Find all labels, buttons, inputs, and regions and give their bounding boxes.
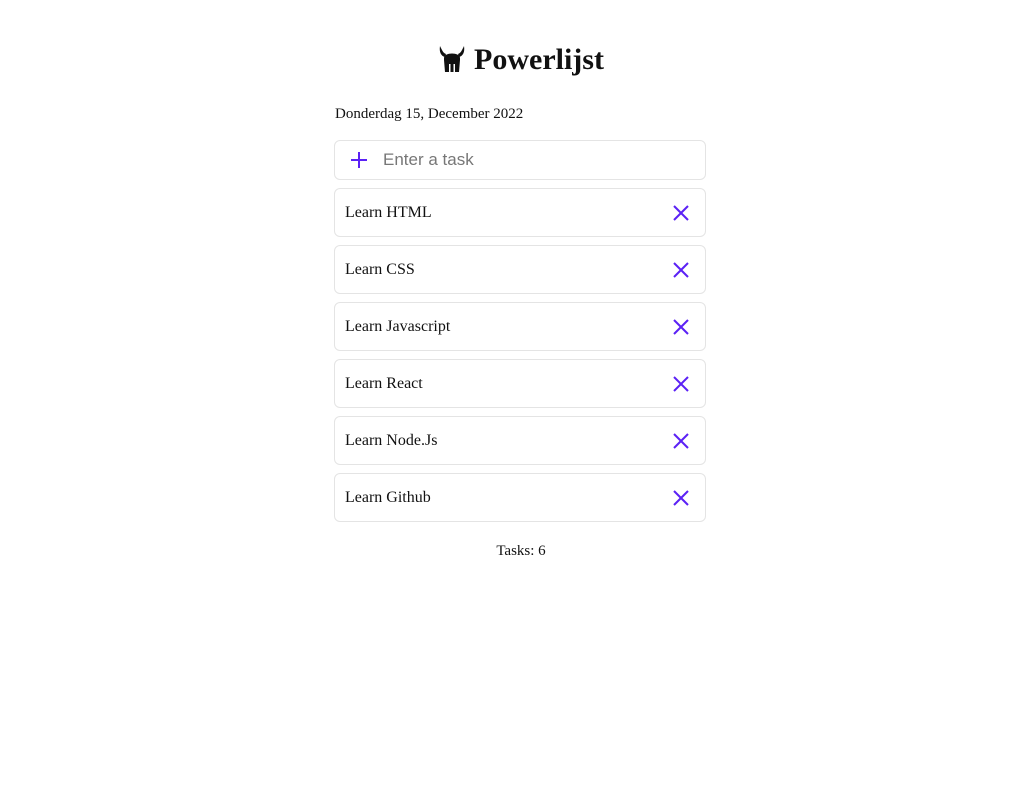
delete-task-button[interactable] bbox=[671, 488, 691, 508]
task-label: Learn React bbox=[345, 374, 423, 392]
task-label: Learn HTML bbox=[345, 203, 432, 221]
task-item: Learn Github bbox=[334, 473, 706, 522]
task-label: Learn CSS bbox=[345, 260, 415, 278]
task-list: Learn HTML Learn CSS Learn Javascript Le… bbox=[334, 188, 708, 530]
close-icon bbox=[673, 432, 689, 449]
new-task-form bbox=[334, 140, 706, 180]
close-icon bbox=[673, 204, 689, 221]
delete-task-button[interactable] bbox=[671, 317, 691, 337]
task-label: Learn Javascript bbox=[345, 317, 451, 335]
task-label: Learn Github bbox=[345, 488, 431, 506]
task-item: Learn HTML bbox=[334, 188, 706, 237]
task-item: Learn Javascript bbox=[334, 302, 706, 351]
task-item: Learn CSS bbox=[334, 245, 706, 294]
task-item: Learn Node.Js bbox=[334, 416, 706, 465]
task-label: Learn Node.Js bbox=[345, 431, 438, 449]
task-count: Tasks: 6 bbox=[496, 543, 546, 559]
close-icon bbox=[673, 261, 689, 278]
app-header: Powerlijst bbox=[334, 38, 708, 82]
close-icon bbox=[673, 489, 689, 506]
viking-helmet-icon bbox=[438, 44, 466, 76]
task-item: Learn React bbox=[334, 359, 706, 408]
close-icon bbox=[673, 375, 689, 392]
app-title: Powerlijst bbox=[474, 43, 604, 76]
task-input[interactable] bbox=[383, 150, 683, 170]
delete-task-button[interactable] bbox=[671, 374, 691, 394]
close-icon bbox=[673, 318, 689, 335]
delete-task-button[interactable] bbox=[671, 203, 691, 223]
delete-task-button[interactable] bbox=[671, 431, 691, 451]
current-date: Donderdag 15, December 2022 bbox=[335, 106, 524, 122]
plus-icon[interactable] bbox=[349, 150, 369, 170]
delete-task-button[interactable] bbox=[671, 260, 691, 280]
